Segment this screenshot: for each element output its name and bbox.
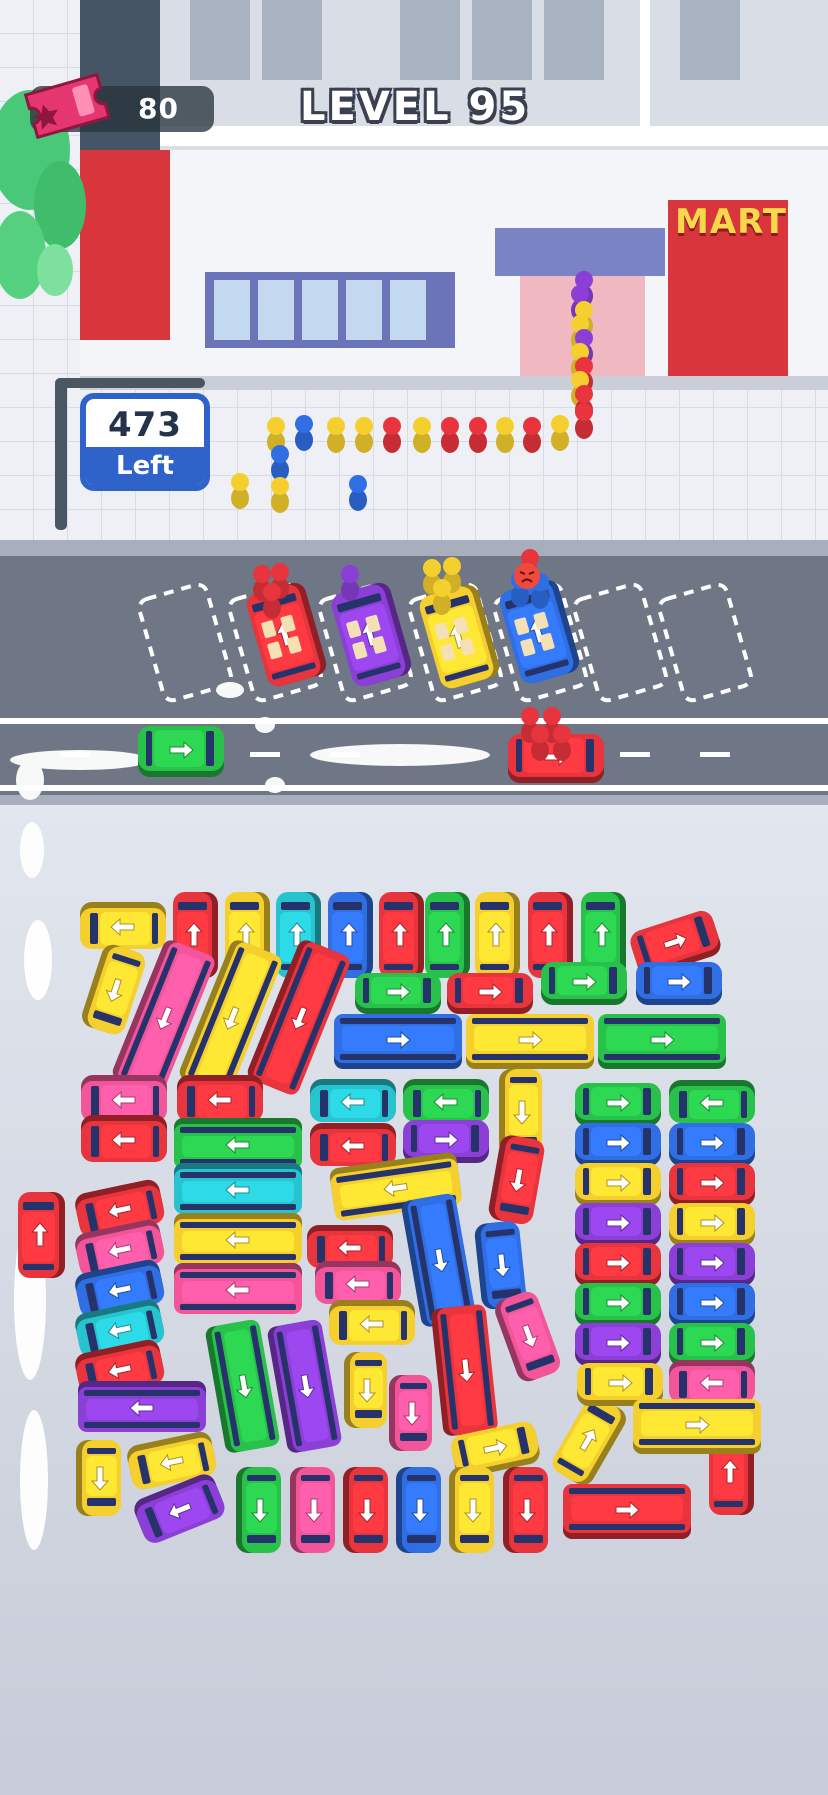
bus-yellow[interactable] xyxy=(466,1014,594,1069)
passenger-blue xyxy=(349,475,367,511)
car-green[interactable] xyxy=(403,1079,489,1122)
passenger-yellow xyxy=(271,477,289,513)
passenger-red xyxy=(441,417,459,453)
bus-yellow[interactable] xyxy=(174,1213,302,1264)
passenger-yellow xyxy=(496,417,514,453)
car-pink[interactable] xyxy=(389,1375,432,1451)
passenger-red xyxy=(263,583,281,619)
angry-face-icon xyxy=(514,563,540,589)
car-blue[interactable] xyxy=(669,1123,755,1166)
game-scene: 80 LEVEL 95 MART 473 Left xyxy=(0,0,828,1795)
bus-yellow[interactable] xyxy=(633,1399,761,1454)
passenger-red xyxy=(531,725,549,761)
car-green[interactable] xyxy=(669,1080,755,1123)
passenger-blue xyxy=(271,445,289,481)
car-red[interactable] xyxy=(343,1467,388,1553)
store-sign: MART xyxy=(675,202,787,242)
car-green[interactable] xyxy=(138,726,224,777)
passenger-blue xyxy=(295,415,313,451)
car-yellow[interactable] xyxy=(669,1203,755,1246)
car-pink[interactable] xyxy=(315,1261,401,1304)
car-red[interactable] xyxy=(669,1163,755,1206)
car-green[interactable] xyxy=(669,1323,755,1366)
passenger-yellow xyxy=(327,417,345,453)
passenger-yellow xyxy=(551,415,569,451)
passengers-left-label: Left xyxy=(86,447,204,485)
bus-green[interactable] xyxy=(174,1118,302,1169)
car-red[interactable] xyxy=(81,1115,167,1162)
car-red[interactable] xyxy=(379,892,424,978)
car-yellow[interactable] xyxy=(548,1392,630,1489)
car-green[interactable] xyxy=(425,892,470,978)
car-blue[interactable] xyxy=(636,962,722,1005)
passenger-yellow xyxy=(231,473,249,509)
car-pink[interactable] xyxy=(669,1360,755,1403)
car-cyan[interactable] xyxy=(310,1079,396,1122)
car-red[interactable] xyxy=(487,1133,546,1226)
bus-blue[interactable] xyxy=(334,1014,462,1069)
passengers-left-sign: 473 Left xyxy=(80,393,210,491)
car-blue[interactable] xyxy=(396,1467,441,1553)
car-green[interactable] xyxy=(541,962,627,1005)
car-yellow[interactable] xyxy=(329,1300,415,1345)
car-red[interactable] xyxy=(18,1192,65,1278)
car-green[interactable] xyxy=(236,1467,281,1553)
passenger-yellow xyxy=(433,579,451,615)
passenger-red xyxy=(383,417,401,453)
bus-red[interactable] xyxy=(563,1484,691,1539)
car-yellow[interactable] xyxy=(475,892,520,978)
car-yellow[interactable] xyxy=(76,1440,121,1516)
level-title: LEVEL 95 xyxy=(300,84,531,130)
passenger-red xyxy=(575,403,593,439)
car-pink[interactable] xyxy=(81,1075,167,1122)
game-world xyxy=(0,0,828,1553)
coin-count: 80 xyxy=(138,92,179,125)
car-purple[interactable] xyxy=(575,1323,661,1366)
passengers-left-count: 473 xyxy=(108,405,182,445)
car-purple[interactable] xyxy=(669,1243,755,1286)
car-purple[interactable] xyxy=(575,1203,661,1246)
passenger-red xyxy=(523,417,541,453)
car-red[interactable] xyxy=(177,1075,263,1122)
car-green[interactable] xyxy=(575,1083,661,1126)
passenger-red xyxy=(469,417,487,453)
passenger-purple xyxy=(341,565,359,601)
bus-pink[interactable] xyxy=(174,1263,302,1314)
passenger-yellow xyxy=(413,417,431,453)
car-blue[interactable] xyxy=(669,1283,755,1326)
car-pink[interactable] xyxy=(492,1288,564,1384)
bus-purple[interactable] xyxy=(78,1381,206,1432)
car-blue[interactable] xyxy=(575,1123,661,1166)
car-pink[interactable] xyxy=(290,1467,335,1553)
coin-counter: 80 xyxy=(23,72,214,140)
bus-cyan[interactable] xyxy=(174,1163,302,1214)
car-green[interactable] xyxy=(575,1283,661,1326)
car-yellow[interactable] xyxy=(344,1352,387,1428)
car-red[interactable] xyxy=(310,1123,396,1166)
car-yellow[interactable] xyxy=(449,1467,494,1553)
car-yellow[interactable] xyxy=(575,1163,661,1206)
car-red[interactable] xyxy=(575,1243,661,1286)
bus-green[interactable] xyxy=(598,1014,726,1069)
car-yellow[interactable] xyxy=(80,902,166,949)
bus-red[interactable] xyxy=(430,1304,498,1437)
car-green[interactable] xyxy=(355,973,441,1014)
car-red[interactable] xyxy=(447,973,533,1014)
passenger-yellow xyxy=(355,417,373,453)
passenger-red xyxy=(553,725,571,761)
car-red[interactable] xyxy=(503,1467,548,1553)
